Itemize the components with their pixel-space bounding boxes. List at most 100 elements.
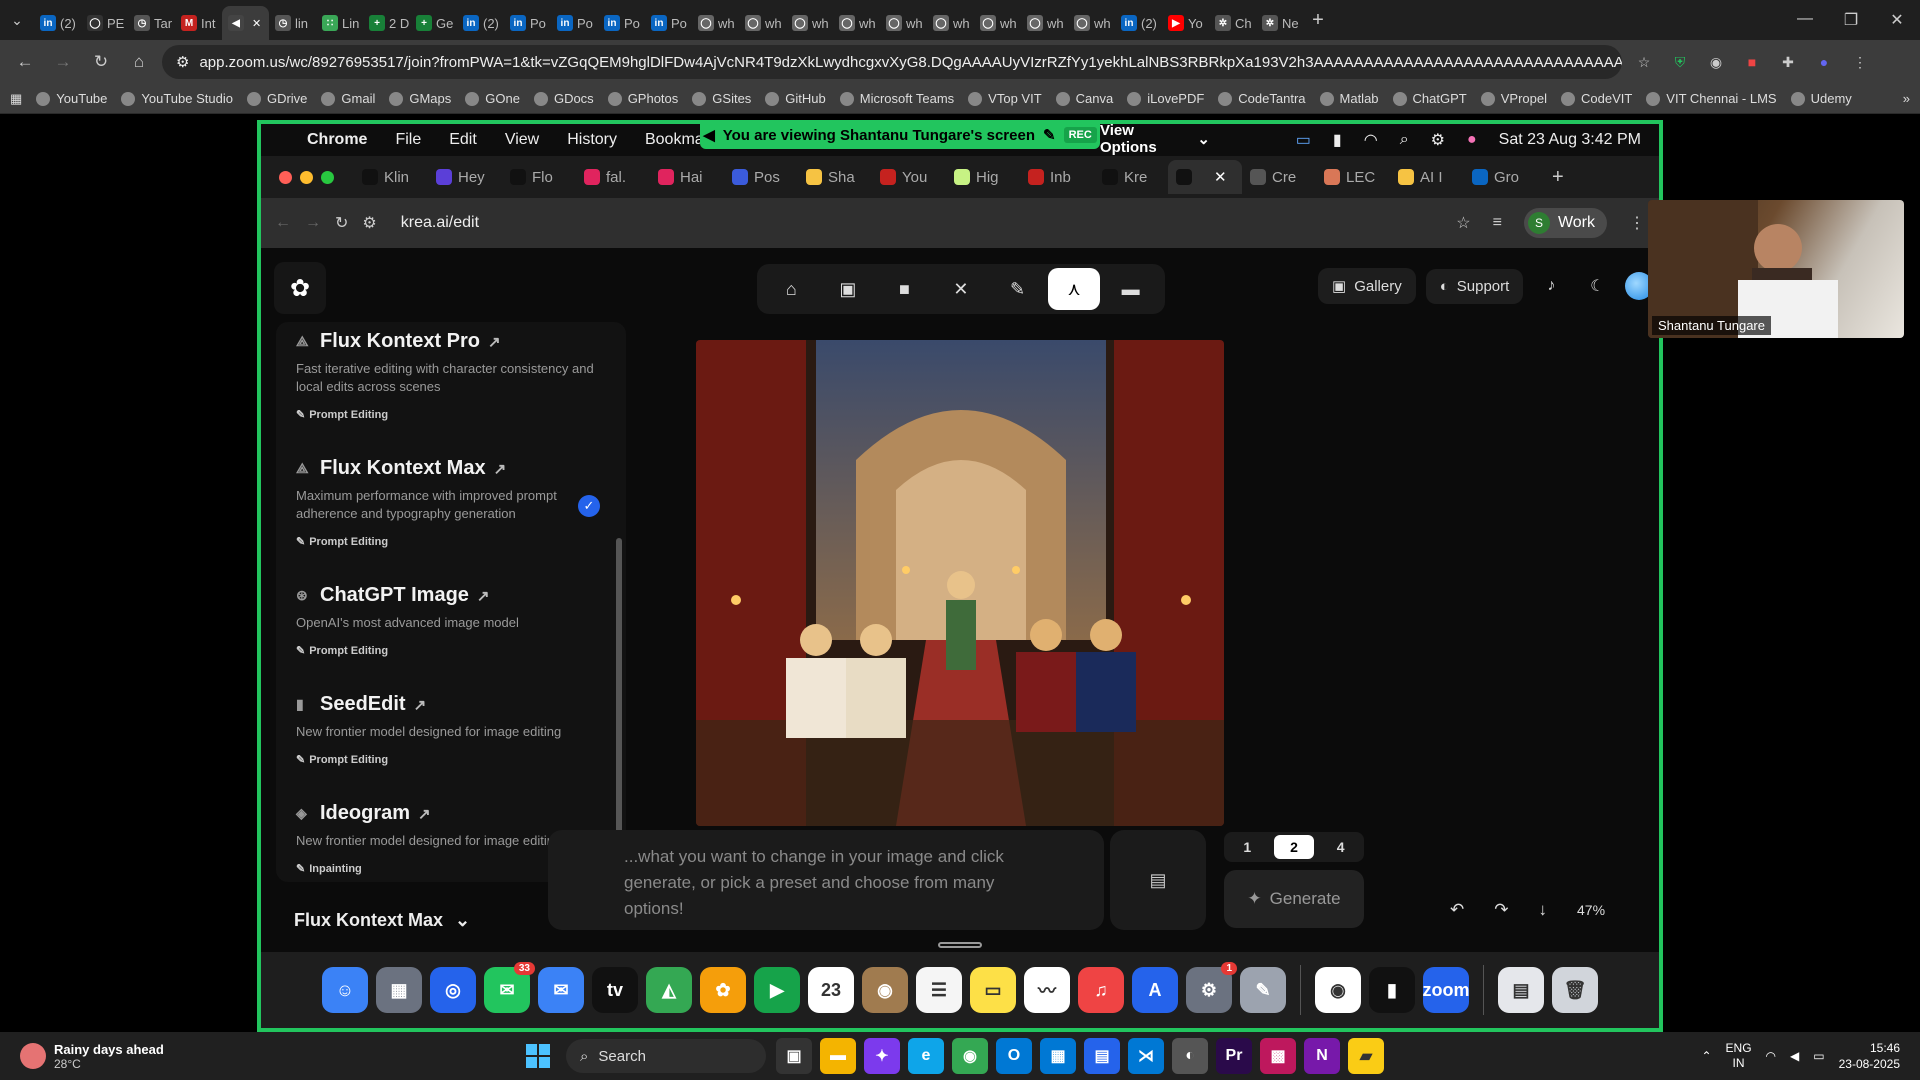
bookmark-item[interactable]: Gmail: [321, 91, 375, 106]
outer-tab[interactable]: in Po: [504, 6, 551, 40]
bookmark-item[interactable]: YouTube: [36, 91, 107, 106]
inner-tab[interactable]: fal.: [576, 160, 650, 194]
taskbar-copilot-icon[interactable]: ✦: [864, 1038, 900, 1074]
apps-grid-icon[interactable]: ▦: [10, 91, 22, 107]
dock-trash-icon[interactable]: 🗑: [1552, 967, 1598, 1013]
dock-music-icon[interactable]: ♫: [1078, 967, 1124, 1013]
dock-launchpad-icon[interactable]: ▦: [376, 967, 422, 1013]
profile-avatar[interactable]: ●: [1810, 48, 1838, 76]
bookmark-item[interactable]: Matlab: [1319, 91, 1379, 106]
dock-contacts-icon[interactable]: ◉: [862, 967, 908, 1013]
undo-icon[interactable]: ↶: [1450, 900, 1464, 920]
bookmark-item[interactable]: Udemy: [1790, 91, 1852, 106]
dock-settings-icon[interactable]: ⚙ 1: [1186, 962, 1237, 1013]
outer-tab[interactable]: + Ge: [410, 6, 457, 40]
outer-tab[interactable]: ◷ Tar: [128, 6, 175, 40]
outer-tab[interactable]: ◯ wh: [1021, 6, 1068, 40]
redo-icon[interactable]: ↷: [1494, 900, 1508, 920]
outer-tab[interactable]: in (2): [457, 6, 504, 40]
taskbar-app-grey-icon[interactable]: ◐: [1172, 1038, 1208, 1074]
menu-kebab-icon[interactable]: ⋮: [1846, 48, 1874, 76]
inner-tab[interactable]: Cre: [1242, 160, 1316, 194]
count-option-4[interactable]: 4: [1321, 835, 1361, 859]
video-icon[interactable]: ■: [878, 268, 930, 310]
external-link-icon[interactable]: ↗: [494, 460, 507, 478]
outer-tab[interactable]: ◯ wh: [1068, 6, 1115, 40]
taskbar-premiere-icon[interactable]: Pr: [1216, 1038, 1252, 1074]
generate-button[interactable]: ✦ Generate: [1224, 870, 1364, 928]
inner-reload-icon[interactable]: ↻: [335, 213, 348, 233]
taskbar-edge-icon[interactable]: e: [908, 1038, 944, 1074]
inner-tab[interactable]: Hai: [650, 160, 724, 194]
inner-tab[interactable]: Inb: [1020, 160, 1094, 194]
reading-list-icon[interactable]: ≡: [1493, 214, 1502, 232]
battery-icon[interactable]: ▭: [1813, 1049, 1824, 1063]
taskbar-task-view-icon[interactable]: ▣: [776, 1038, 812, 1074]
outer-tab[interactable]: in Po: [598, 6, 645, 40]
outer-tab[interactable]: ◯ wh: [880, 6, 927, 40]
taskbar-sticky-notes-icon[interactable]: ▰: [1348, 1038, 1384, 1074]
taskbar-vscode-icon[interactable]: ⋊: [1128, 1038, 1164, 1074]
count-option-2[interactable]: 2: [1273, 835, 1314, 859]
taskbar-chrome-icon[interactable]: ◉: [952, 1038, 988, 1074]
outer-tab[interactable]: ◯ wh: [739, 6, 786, 40]
image-icon[interactable]: ▣: [822, 268, 874, 310]
bookmark-item[interactable]: GDocs: [533, 91, 594, 106]
screen-share-icon[interactable]: ▭: [1296, 130, 1311, 150]
dock-photos-icon[interactable]: ✿: [700, 967, 746, 1013]
bookmark-item[interactable]: GMaps: [389, 91, 451, 106]
siri-icon[interactable]: ●: [1467, 131, 1477, 149]
search-icon[interactable]: ⌕: [1400, 131, 1409, 149]
bookmark-item[interactable]: Canva: [1055, 91, 1113, 106]
bookmark-item[interactable]: YouTube Studio: [121, 91, 233, 106]
weather-widget[interactable]: Rainy days ahead 28°C: [0, 1042, 200, 1071]
outer-tab[interactable]: ◯ wh: [692, 6, 739, 40]
brush-icon[interactable]: ✎: [992, 268, 1044, 310]
model-option[interactable]: ⟁ Flux Kontext Pro ↗ Fast iterative editing…: [296, 330, 610, 423]
canvas-image[interactable]: [696, 340, 1224, 826]
home-icon[interactable]: ⌂: [124, 52, 154, 72]
dock-voice-memos-icon[interactable]: ▮: [1369, 967, 1415, 1013]
dock-finder-icon[interactable]: ☺: [322, 967, 368, 1013]
url-field[interactable]: ⚙ app.zoom.us/wc/89276953517/join?fromPW…: [162, 45, 1622, 79]
dock-notes-icon[interactable]: ▭: [970, 967, 1016, 1013]
menu-file[interactable]: File: [395, 131, 421, 149]
bookmark-item[interactable]: CodeTantra: [1218, 91, 1306, 106]
external-link-icon[interactable]: ↗: [488, 333, 501, 351]
outer-tab[interactable]: ◯ wh: [833, 6, 880, 40]
restore-icon[interactable]: ❐: [1828, 10, 1874, 30]
bookmark-item[interactable]: VPropel: [1480, 91, 1547, 106]
dock-reminders-icon[interactable]: ☰: [916, 967, 962, 1013]
dock-calendar-icon[interactable]: 23: [808, 967, 854, 1013]
dark-mode-icon[interactable]: ☾: [1579, 268, 1615, 304]
inner-tab[interactable]: LEC: [1316, 160, 1390, 194]
tab-search-icon[interactable]: ⌄: [0, 0, 34, 40]
inner-tab[interactable]: Kre: [1094, 160, 1168, 194]
outer-tab[interactable]: M Int: [175, 6, 222, 40]
inner-site-settings-icon[interactable]: ⚙: [362, 213, 376, 233]
outer-tab[interactable]: in Po: [645, 6, 692, 40]
extensions-puzzle-icon[interactable]: ✚: [1774, 48, 1802, 76]
dock-messages-icon[interactable]: ✉ 33: [484, 962, 535, 1013]
mac-minimize-icon[interactable]: [300, 170, 313, 184]
mac-close-icon[interactable]: [279, 170, 292, 184]
outer-tab[interactable]: in (2): [34, 6, 81, 40]
inner-tab[interactable]: Hig: [946, 160, 1020, 194]
dock-pen-icon[interactable]: ✎: [1240, 967, 1286, 1013]
taskbar-app-pink-icon[interactable]: ▩: [1260, 1038, 1296, 1074]
extension-red-icon[interactable]: ■: [1738, 48, 1766, 76]
outer-tab[interactable]: ◷ lin: [269, 6, 316, 40]
outer-tab[interactable]: ◯ PE: [81, 6, 128, 40]
bookmark-item[interactable]: Microsoft Teams: [839, 91, 954, 106]
taskbar-file-explorer-icon[interactable]: ▬: [820, 1038, 856, 1074]
bookmark-item[interactable]: CodeVIT: [1560, 91, 1632, 106]
bookmarks-overflow-icon[interactable]: »: [1903, 91, 1910, 106]
extension-camera-icon[interactable]: ◉: [1702, 48, 1730, 76]
folder-icon[interactable]: ▬: [1105, 268, 1157, 310]
language-indicator[interactable]: ENG IN: [1726, 1041, 1752, 1071]
inner-tab[interactable]: Sha: [798, 160, 872, 194]
model-list-scrollbar[interactable]: [616, 538, 622, 878]
dock-mail-icon[interactable]: ✉: [538, 967, 584, 1013]
dock-safari-icon[interactable]: ◎: [430, 967, 476, 1013]
inner-tab[interactable]: AI I: [1390, 160, 1464, 194]
